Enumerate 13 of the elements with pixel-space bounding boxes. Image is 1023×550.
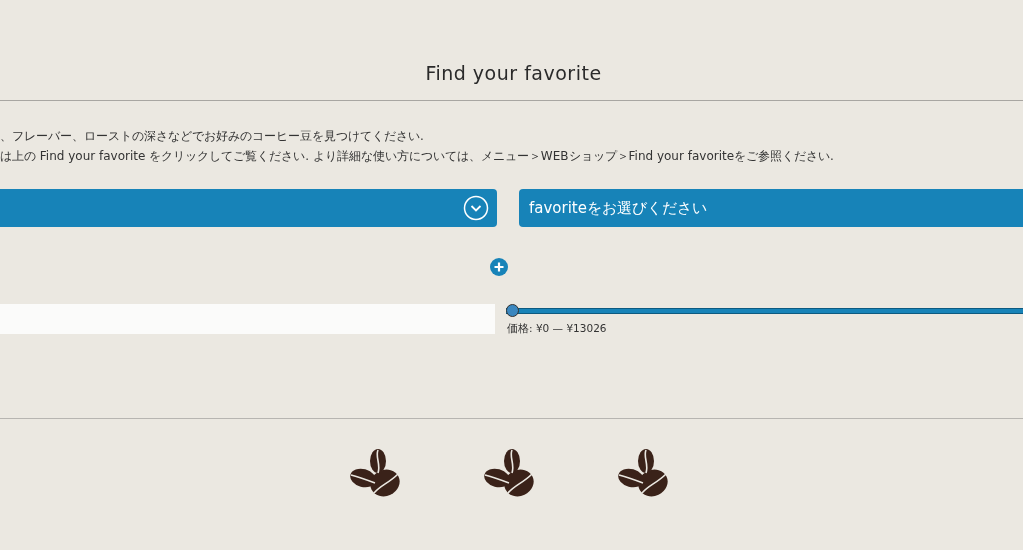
search-field[interactable] [0, 304, 495, 334]
plus-icon[interactable] [489, 257, 508, 276]
page-title: Find your favorite [424, 62, 603, 86]
slider-handle[interactable] [506, 304, 519, 317]
description-text: 、フレーバー、ローストの深さなどでお好みのコーヒー豆を見つけてください. [0, 129, 425, 143]
description-text: は上の Find your favorite をクリックしてご覧ください. より詳細な使い方については、メニュー＞WEBショップ＞Find your favoriteをご参照ください. [0, 149, 835, 163]
coffee-beans-icon [348, 447, 403, 499]
coffee-beans-icon [616, 447, 671, 499]
price-slider[interactable] [506, 304, 1023, 317]
dropdown[interactable]: favoriteをお選びください [519, 189, 1023, 227]
coffee-beans-icon [482, 447, 537, 499]
price-label: 価格: ¥0 — ¥13026 [507, 322, 607, 336]
chevron-down-icon [463, 195, 489, 221]
